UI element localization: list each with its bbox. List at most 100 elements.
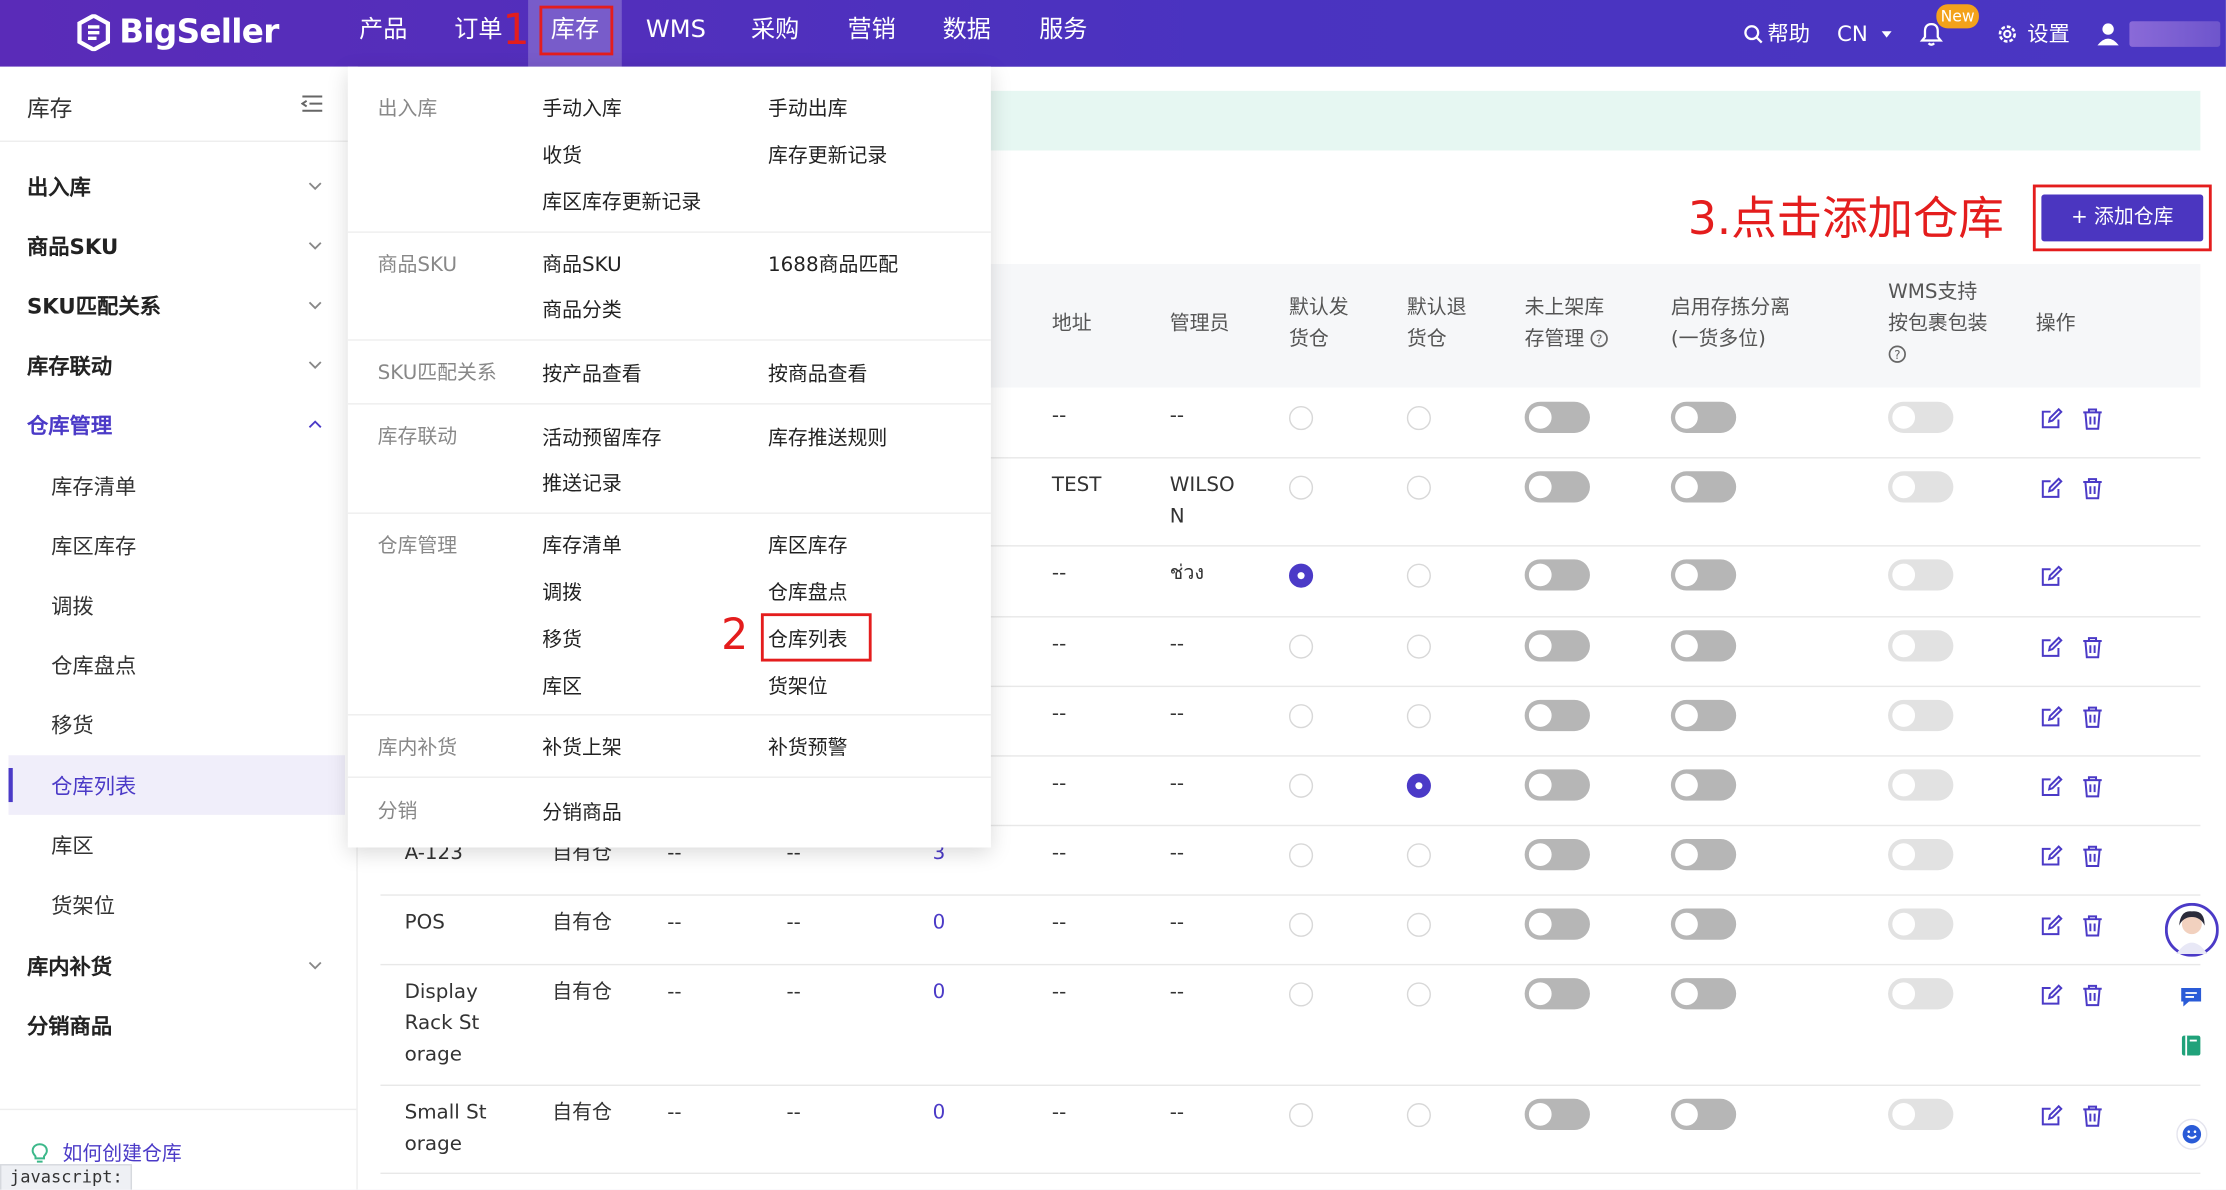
sidebar-group-distribution[interactable]: 分销商品	[27, 1011, 112, 1041]
nav-wms[interactable]: WMS	[646, 0, 706, 67]
trash-icon[interactable]	[2081, 407, 2104, 430]
menu-item-push-log[interactable]: 推送记录	[542, 468, 621, 496]
question-circle-icon[interactable]: ?	[1591, 329, 1609, 348]
separation-toggle[interactable]	[1670, 471, 1737, 503]
menu-item-push-rules[interactable]: 库存推送规则	[768, 423, 887, 451]
default-ship-radio[interactable]	[1288, 912, 1314, 937]
user-menu[interactable]	[2095, 0, 2221, 67]
nav-order[interactable]: 订单	[454, 0, 505, 67]
separation-toggle[interactable]	[1670, 1098, 1737, 1131]
separation-toggle[interactable]	[1670, 978, 1737, 1010]
unshelved-toggle[interactable]	[1524, 471, 1590, 503]
menu-item-manual-out[interactable]: 手动出库	[768, 94, 847, 122]
trash-icon[interactable]	[2081, 984, 2104, 1007]
default-ship-radio[interactable]	[1288, 634, 1314, 659]
menu-item-stock-update-log[interactable]: 库存更新记录	[768, 141, 887, 169]
separation-toggle[interactable]	[1670, 401, 1737, 433]
add-warehouse-button[interactable]: + 添加仓库	[2041, 194, 2204, 242]
separation-toggle[interactable]	[1670, 908, 1737, 940]
wms-pack-toggle[interactable]	[1888, 699, 1954, 732]
sidebar-group-stock-sync[interactable]: 库存联动	[27, 351, 112, 381]
unshelved-toggle[interactable]	[1524, 1098, 1590, 1131]
trash-icon[interactable]	[2081, 845, 2104, 868]
edit-icon[interactable]	[2040, 775, 2063, 798]
default-return-radio[interactable]	[1406, 773, 1431, 798]
default-ship-radio[interactable]	[1288, 563, 1314, 588]
separation-toggle[interactable]	[1670, 630, 1737, 662]
wms-pack-toggle[interactable]	[1888, 401, 1954, 433]
menu-item-replenish-shelf[interactable]: 补货上架	[542, 733, 621, 761]
trash-icon[interactable]	[2081, 775, 2104, 798]
menu-item-distribution-goods[interactable]: 分销商品	[542, 798, 621, 826]
edit-icon[interactable]	[2040, 705, 2063, 729]
unshelved-toggle[interactable]	[1524, 699, 1590, 732]
sidebar-group-warehouse-mgmt[interactable]: 仓库管理	[27, 410, 112, 440]
edit-icon[interactable]	[2040, 636, 2063, 659]
default-ship-radio[interactable]	[1288, 406, 1314, 431]
book-icon[interactable]	[2179, 1033, 2203, 1057]
edit-icon[interactable]	[2040, 984, 2063, 1007]
unshelved-toggle[interactable]	[1524, 769, 1590, 801]
unshelved-toggle[interactable]	[1524, 630, 1590, 662]
default-return-radio[interactable]	[1406, 982, 1431, 1007]
menu-item-shelf[interactable]: 货架位	[768, 671, 828, 699]
menu-item-category[interactable]: 商品分类	[542, 295, 621, 323]
wms-pack-toggle[interactable]	[1888, 471, 1954, 503]
menu-item-manual-in[interactable]: 手动入库	[542, 94, 621, 122]
menu-item-zone[interactable]: 库区	[542, 671, 582, 699]
default-ship-radio[interactable]	[1288, 1103, 1314, 1128]
nav-purchase[interactable]: 采购	[751, 0, 799, 67]
default-return-radio[interactable]	[1406, 704, 1431, 729]
sidebar-item-zone[interactable]: 库区	[51, 830, 94, 860]
collapse-sidebar-icon[interactable]	[300, 94, 324, 114]
trash-icon[interactable]	[2081, 706, 2104, 729]
default-return-radio[interactable]	[1406, 563, 1431, 588]
nav-data[interactable]: 数据	[943, 0, 991, 67]
menu-item-receive[interactable]: 收货	[542, 141, 582, 169]
question-circle-icon[interactable]: ?	[1888, 345, 1906, 363]
trash-icon[interactable]	[2081, 477, 2104, 500]
unshelved-toggle[interactable]	[1524, 559, 1590, 591]
separation-toggle[interactable]	[1670, 699, 1737, 732]
unshelved-toggle[interactable]	[1524, 401, 1590, 433]
menu-item-move[interactable]: 移货	[542, 625, 582, 653]
unshelved-toggle[interactable]	[1524, 838, 1590, 871]
sidebar-group-inout[interactable]: 出入库	[27, 172, 91, 202]
sidebar-item-move[interactable]: 移货	[51, 710, 94, 740]
nav-service[interactable]: 服务	[1039, 0, 1087, 67]
wms-pack-toggle[interactable]	[1888, 1098, 1954, 1131]
default-ship-radio[interactable]	[1288, 843, 1314, 868]
settings-link[interactable]: 设置	[1996, 0, 2070, 67]
edit-icon[interactable]	[2040, 477, 2063, 500]
edit-icon[interactable]	[2040, 845, 2063, 868]
separation-toggle[interactable]	[1670, 559, 1737, 591]
default-return-radio[interactable]	[1406, 843, 1431, 868]
menu-item-sku[interactable]: 商品SKU	[542, 250, 621, 278]
edit-icon[interactable]	[2040, 914, 2063, 937]
sidebar-group-sku-match[interactable]: SKU匹配关系	[27, 291, 161, 321]
sidebar-item-transfer[interactable]: 调拨	[51, 591, 94, 621]
help-link[interactable]: 帮助	[1743, 0, 1810, 67]
default-ship-radio[interactable]	[1288, 773, 1314, 798]
cell-count[interactable]: 0	[933, 1097, 976, 1128]
sidebar-item-zone-stock[interactable]: 库区库存	[51, 531, 136, 561]
menu-item-reserved[interactable]: 活动预留库存	[542, 423, 661, 451]
menu-item-zone-stock[interactable]: 库区库存	[768, 531, 847, 559]
edit-icon[interactable]	[2040, 565, 2063, 588]
how-to-create-warehouse-link[interactable]: 如何创建仓库	[31, 1139, 182, 1167]
sidebar-item-shelf[interactable]: 货架位	[51, 890, 115, 920]
default-return-radio[interactable]	[1406, 912, 1431, 937]
wms-pack-toggle[interactable]	[1888, 908, 1954, 940]
menu-item-stocktake[interactable]: 仓库盘点	[768, 578, 847, 606]
nav-marketing[interactable]: 营销	[848, 0, 896, 67]
cell-count[interactable]: 0	[933, 977, 976, 1008]
default-ship-radio[interactable]	[1288, 982, 1314, 1007]
wms-pack-toggle[interactable]	[1888, 769, 1954, 801]
nav-product[interactable]: 产品	[359, 0, 410, 67]
default-return-radio[interactable]	[1406, 1103, 1431, 1128]
unshelved-toggle[interactable]	[1524, 978, 1590, 1010]
default-return-radio[interactable]	[1406, 475, 1431, 500]
separation-toggle[interactable]	[1670, 838, 1737, 871]
separation-toggle[interactable]	[1670, 769, 1737, 801]
sidebar-group-replenish[interactable]: 库内补货	[27, 951, 112, 981]
